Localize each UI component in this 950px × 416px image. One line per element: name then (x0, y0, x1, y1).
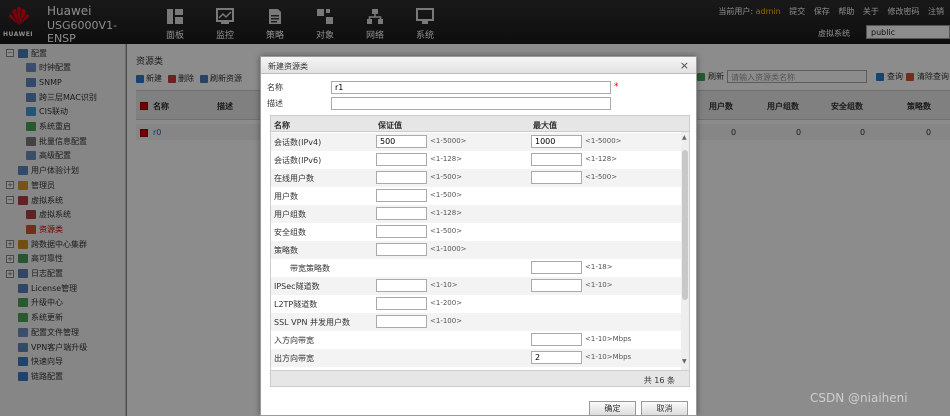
row-name: 会话数(IPv4) (274, 138, 322, 147)
new-resource-class-dialog: 新建资源类 × 名称 r1 * 描述 名称 保证值 最大值 会话数(IPv4) 5… (260, 56, 697, 416)
table-scrollbar[interactable]: ▲ ▼ (681, 132, 689, 370)
max-input[interactable] (531, 279, 582, 292)
max-input[interactable] (531, 153, 582, 166)
row-name: 出方向带宽 (274, 354, 314, 363)
name-label: 名称 (267, 83, 283, 92)
table-row: L2TP隧道数 <1-200> (271, 295, 681, 313)
total-count: 共 16 条 (643, 376, 675, 385)
table-row: 出方向带宽 2 <1-10>Mbps (271, 349, 681, 367)
col-item-name: 名称 (274, 121, 290, 130)
row-name: 在线用户数 (274, 174, 314, 183)
scroll-thumb[interactable] (682, 150, 688, 300)
row-name: SSL VPN 并发用户数 (274, 318, 350, 327)
dialog-title: 新建资源类 (268, 62, 308, 71)
guarantee-range: <1-1000> (430, 245, 467, 253)
max-input[interactable] (531, 333, 582, 346)
guarantee-input[interactable] (376, 297, 427, 310)
row-name: 带宽策略数 (290, 264, 330, 273)
close-icon[interactable]: × (680, 59, 689, 72)
guarantee-range: <1-200> (430, 299, 463, 307)
table-row: 安全组数 <1-500> (271, 223, 681, 241)
required-mark: * (614, 82, 619, 92)
scroll-down-icon[interactable]: ▼ (682, 358, 687, 365)
desc-label: 描述 (267, 99, 283, 108)
guarantee-input[interactable] (376, 225, 427, 238)
row-name: L2TP隧道数 (274, 300, 318, 309)
guarantee-range: <1-128> (430, 209, 463, 217)
table-row: IPSec隧道数 <1-10> <1-10> (271, 277, 681, 295)
table-row: 在线用户数 <1-500> <1-500> (271, 169, 681, 187)
guarantee-range: <1-500> (430, 227, 463, 235)
table-row: 策略数 <1-1000> (271, 241, 681, 259)
row-name: 用户组数 (274, 210, 306, 219)
row-name: IPSec隧道数 (274, 282, 320, 291)
guarantee-range: <1-128> (430, 155, 463, 163)
guarantee-range: <1-500> (430, 191, 463, 199)
row-name: 策略数 (274, 246, 298, 255)
max-range: <1-500> (585, 173, 618, 181)
table-row: 带宽策略数 <1-18> (271, 259, 681, 277)
guarantee-input[interactable] (376, 171, 427, 184)
desc-input[interactable] (331, 97, 611, 110)
guarantee-input[interactable] (376, 153, 427, 166)
table-row: 用户数 <1-500> (271, 187, 681, 205)
col-max: 最大值 (533, 121, 557, 130)
guarantee-input[interactable] (376, 279, 427, 292)
table-row: 入方向带宽 <1-10>Mbps (271, 331, 681, 349)
ok-button[interactable]: 确定 (589, 401, 636, 416)
max-range: <1-18> (585, 263, 613, 271)
scroll-up-icon[interactable]: ▲ (682, 134, 687, 141)
max-range: <1-10>Mbps (585, 335, 632, 343)
max-input[interactable] (531, 261, 582, 274)
resource-table: 名称 保证值 最大值 会话数(IPv4) 500 <1-5000> 1000 <1-50… (270, 115, 690, 387)
table-row: 会话数(IPv6) <1-128> <1-128> (271, 151, 681, 169)
guarantee-range: <1-5000> (430, 137, 467, 145)
table-row: 用户组数 <1-128> (271, 205, 681, 223)
row-name: 入方向带宽 (274, 336, 314, 345)
guarantee-range: <1-10> (430, 281, 458, 289)
guarantee-input[interactable] (376, 315, 427, 328)
guarantee-range: <1-500> (430, 173, 463, 181)
resource-table-header: 名称 保证值 最大值 (271, 116, 689, 132)
guarantee-range: <1-100> (430, 317, 463, 325)
max-range: <1-5000> (585, 137, 622, 145)
row-name: 安全组数 (274, 228, 306, 237)
max-range: <1-10>Mbps (585, 353, 632, 361)
col-guarantee: 保证值 (378, 121, 402, 130)
watermark: CSDN @niaiheni (810, 391, 908, 405)
name-input[interactable]: r1 (331, 81, 611, 94)
table-row: SSL VPN 并发用户数 <1-100> (271, 313, 681, 331)
dialog-header: 新建资源类 × (261, 57, 696, 74)
max-range: <1-128> (585, 155, 618, 163)
row-name: 会话数(IPv6) (274, 156, 322, 165)
cancel-button[interactable]: 取消 (641, 401, 688, 416)
guarantee-input[interactable] (376, 189, 427, 202)
row-name: 用户数 (274, 192, 298, 201)
max-input[interactable] (531, 171, 582, 184)
table-row: 会话数(IPv4) 500 <1-5000> 1000 <1-5000> (271, 133, 681, 151)
max-input[interactable]: 1000 (531, 135, 582, 148)
max-input[interactable]: 2 (531, 351, 582, 364)
guarantee-input[interactable]: 500 (376, 135, 427, 148)
guarantee-input[interactable] (376, 207, 427, 220)
table-footer: 共 16 条 (271, 370, 689, 386)
max-range: <1-10> (585, 281, 613, 289)
guarantee-input[interactable] (376, 243, 427, 256)
